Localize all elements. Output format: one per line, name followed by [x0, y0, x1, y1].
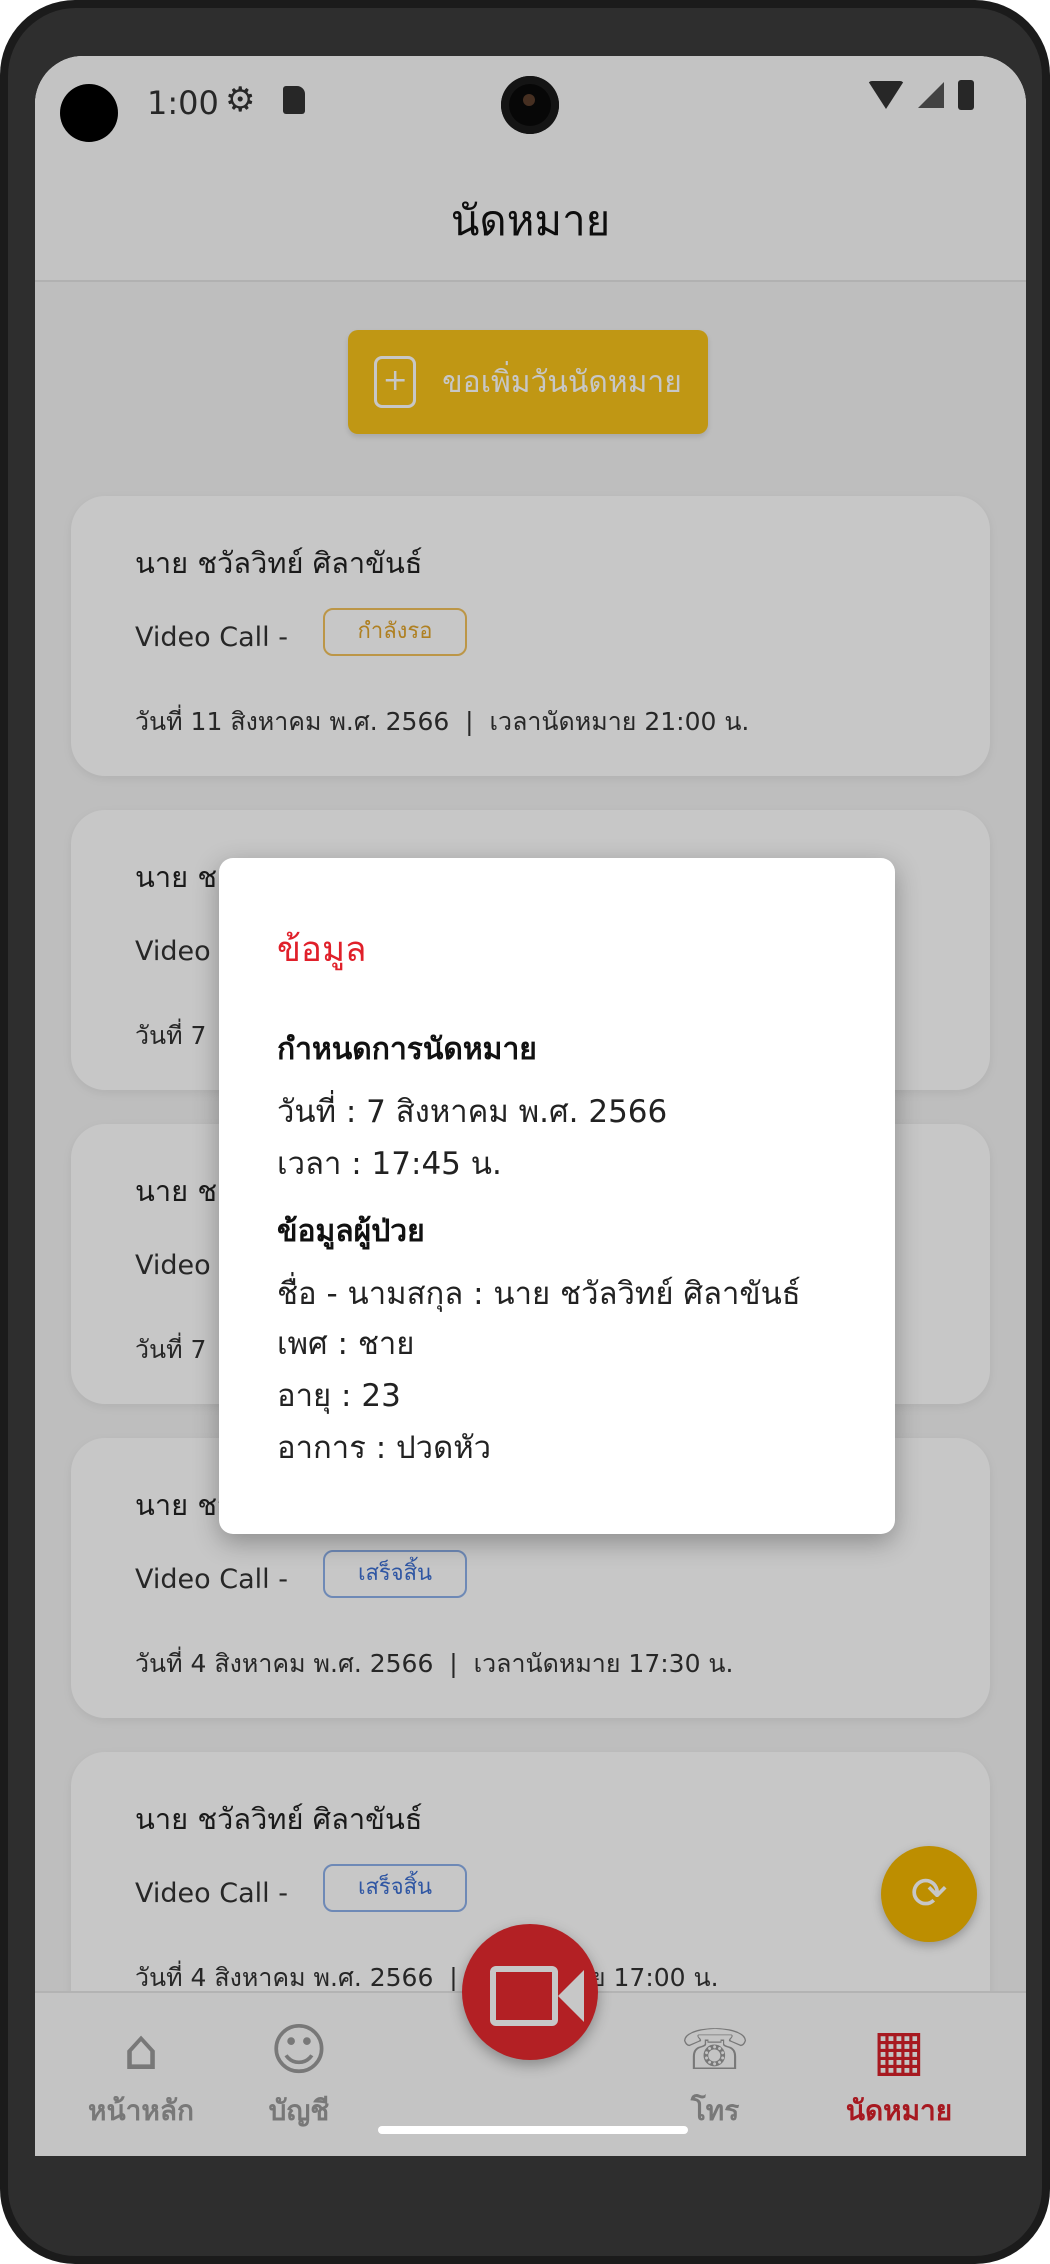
phone-bezel: 1:00 ⚙ นัดหมาย + ขอเพิ่มวันนัดหมาย นาย ช… [8, 8, 1042, 2256]
appointment-time-line: เวลา : 17:45 น. [277, 1146, 502, 1182]
schedule-heading: กำหนดการนัดหมาย [277, 1032, 537, 1067]
patient-name-line: ชื่อ - นามสกุล : นาย ชวัลวิทย์ ศิลาขันธ์ [277, 1276, 801, 1312]
patient-symptom-line: อาการ : ปวดหัว [277, 1430, 492, 1466]
patient-age-line: อายุ : 23 [277, 1378, 401, 1414]
patient-info-heading: ข้อมูลผู้ป่วย [277, 1214, 425, 1249]
appointment-date-line: วันที่ : 7 สิงหาคม พ.ศ. 2566 [277, 1094, 668, 1130]
patient-gender-line: เพศ : ชาย [277, 1326, 415, 1362]
info-dialog[interactable]: ข้อมูล กำหนดการนัดหมาย วันที่ : 7 สิงหาค… [219, 858, 895, 1534]
dialog-title: ข้อมูล [277, 930, 367, 970]
home-indicator[interactable] [378, 2126, 688, 2134]
phone-frame: 1:00 ⚙ นัดหมาย + ขอเพิ่มวันนัดหมาย นาย ช… [0, 0, 1050, 2264]
app-screen: 1:00 ⚙ นัดหมาย + ขอเพิ่มวันนัดหมาย นาย ช… [35, 56, 1026, 2156]
